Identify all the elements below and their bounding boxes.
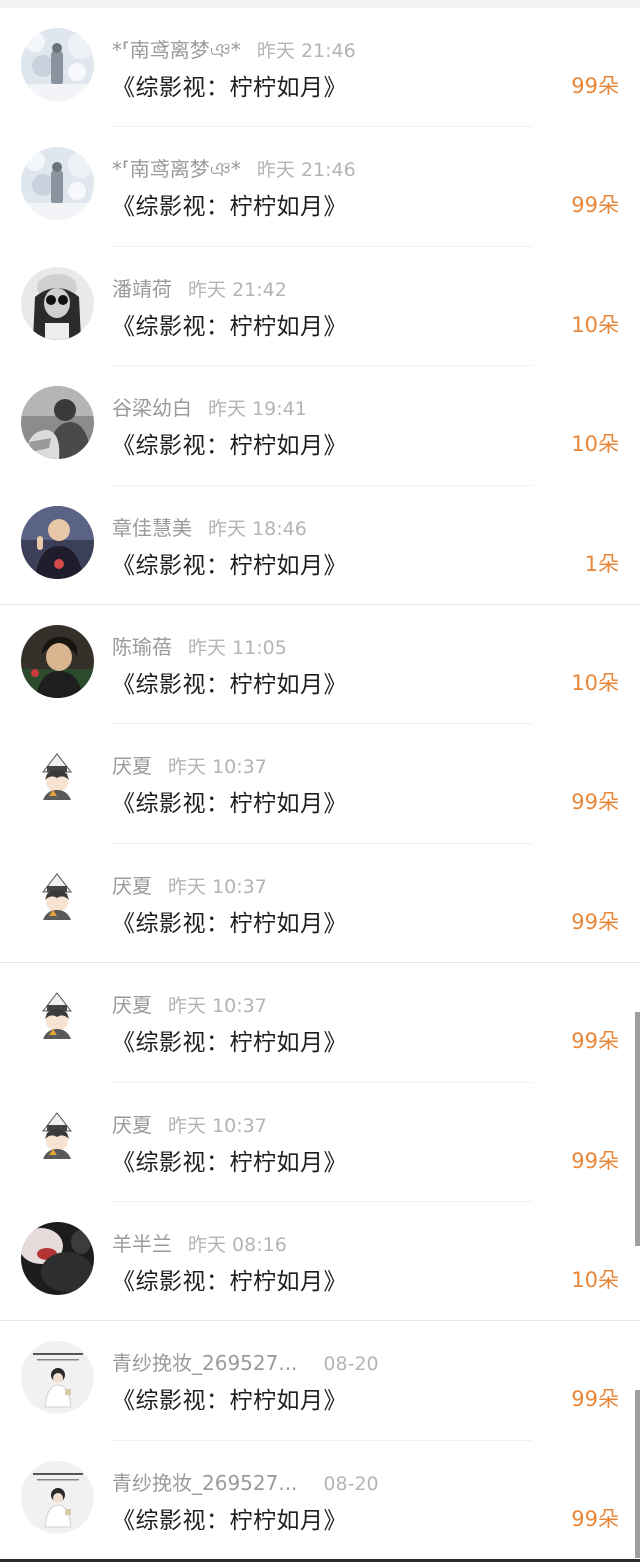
gift-amount: 99朵 — [571, 909, 619, 934]
snow-scene-portrait-avatar-icon[interactable] — [21, 28, 94, 101]
user-name: 厌夏 昨天 10:37 — [112, 1109, 267, 1138]
user-name: 青纱挽妆_269527... 08-20 — [112, 1467, 379, 1496]
gift-amount: 10朵 — [571, 1267, 619, 1292]
list-item[interactable]: 厌夏 昨天 10:37 《综影视：柠柠如月》 99朵 — [0, 844, 640, 964]
boy-portrait-avatar-icon[interactable] — [21, 624, 94, 698]
sunglasses-woman-avatar-icon[interactable] — [21, 266, 94, 340]
gift-amount: 99朵 — [571, 790, 619, 815]
user-name-text: 厌夏 — [112, 873, 152, 898]
gift-amount: 99朵 — [571, 193, 619, 218]
user-name: 厌夏 昨天 10:37 — [112, 870, 267, 899]
user-name: 青纱挽妆_269527... 08-20 — [112, 1347, 379, 1376]
book-title: 《综影视：柠柠如月》 — [112, 791, 347, 818]
gift-amount: 99朵 — [571, 1506, 619, 1531]
user-name: 厌夏 昨天 10:37 — [112, 989, 267, 1018]
cartoon-character-avatar-icon[interactable] — [21, 863, 94, 937]
user-name: 潘靖荷 昨天 21:42 — [112, 273, 287, 302]
child-photo-avatar-icon[interactable] — [21, 505, 94, 579]
list-item[interactable]: 厌夏 昨天 10:37 《综影视：柠柠如月》 99朵 — [0, 963, 640, 1083]
user-name-text: 厌夏 — [112, 754, 152, 779]
user-name: 羊半兰 昨天 08:16 — [112, 1228, 287, 1257]
user-name-text: 厌夏 — [112, 1112, 152, 1137]
gift-amount: 10朵 — [571, 312, 619, 337]
cartoon-character-avatar-icon[interactable] — [21, 744, 94, 818]
timestamp: 昨天 08:16 — [188, 1233, 287, 1256]
list-item[interactable]: *⸢南鸢离梦ঞ* 昨天 21:46 《综影视：柠柠如月》 99朵 — [0, 127, 640, 247]
list-item[interactable]: *⸢南鸢离梦ঞ* 昨天 21:46 《综影视：柠柠如月》 99朵 — [0, 8, 640, 128]
gift-amount: 99朵 — [571, 1387, 619, 1412]
timestamp: 08-20 — [323, 1472, 379, 1495]
dark-photo-avatar-icon[interactable] — [21, 1221, 94, 1295]
snow-scene-portrait-avatar-icon[interactable] — [21, 147, 94, 221]
book-title: 《综影视：柠柠如月》 — [112, 1268, 347, 1295]
cartoon-character-avatar-icon[interactable] — [21, 1102, 94, 1176]
list-item[interactable]: 羊半兰 昨天 08:16 《综影视：柠柠如月》 10朵 — [0, 1202, 640, 1322]
illustrated-girl-avatar-icon[interactable] — [21, 1341, 94, 1415]
user-name-text: 青纱挽妆_269527... — [112, 1470, 298, 1495]
user-name: 厌夏 昨天 10:37 — [112, 750, 267, 779]
timestamp: 昨天 11:05 — [188, 636, 287, 659]
user-name: 章佳慧美 昨天 18:46 — [112, 512, 307, 541]
book-title: 《综影视：柠柠如月》 — [112, 910, 347, 937]
top-edge-bar — [0, 0, 640, 8]
timestamp: 昨天 10:37 — [168, 875, 267, 898]
illustrated-girl-avatar-icon[interactable] — [21, 1460, 94, 1534]
gift-amount: 1朵 — [584, 551, 619, 576]
list-item[interactable]: 潘靖荷 昨天 21:42 《综影视：柠柠如月》 10朵 — [0, 247, 640, 367]
book-title: 《综影视：柠柠如月》 — [112, 75, 347, 101]
list-item[interactable]: 青纱挽妆_269527... 08-20 《综影视：柠柠如月》 99朵 — [0, 1441, 640, 1560]
book-title: 《综影视：柠柠如月》 — [112, 433, 347, 460]
couple-photo-avatar-icon[interactable] — [21, 386, 94, 460]
list-item[interactable]: 青纱挽妆_269527... 08-20 《综影视：柠柠如月》 99朵 — [0, 1321, 640, 1441]
list-item[interactable]: 厌夏 昨天 10:37 《综影视：柠柠如月》 99朵 — [0, 724, 640, 844]
book-title: 《综影视：柠柠如月》 — [112, 313, 347, 340]
cartoon-character-avatar-icon[interactable] — [21, 983, 94, 1057]
book-title: 《综影视：柠柠如月》 — [112, 1030, 347, 1057]
book-title: 《综影视：柠柠如月》 — [112, 1149, 347, 1176]
user-name-text: 章佳慧美 — [112, 515, 192, 540]
gift-amount: 10朵 — [571, 670, 619, 695]
user-name: 谷梁幼白 昨天 19:41 — [112, 392, 307, 421]
list-item[interactable]: 厌夏 昨天 10:37 《综影视：柠柠如月》 99朵 — [0, 1083, 640, 1202]
timestamp: 08-20 — [323, 1353, 379, 1376]
list-item[interactable]: 陈瑜蓓 昨天 11:05 《综影视：柠柠如月》 10朵 — [0, 605, 640, 725]
list-item[interactable]: 谷梁幼白 昨天 19:41 《综影视：柠柠如月》 10朵 — [0, 366, 640, 486]
gift-record-list: *⸢南鸢离梦ঞ* 昨天 21:46 《综影视：柠柠如月》 99朵 *⸢南鸢离梦ঞ*… — [0, 8, 640, 1560]
user-name-text: 青纱挽妆_269527... — [112, 1351, 298, 1376]
scrollbar-lower[interactable] — [635, 1390, 640, 1558]
user-name-text: 谷梁幼白 — [112, 396, 192, 421]
book-title: 《综影视：柠柠如月》 — [112, 671, 347, 698]
user-name: *⸢南鸢离梦ঞ* 昨天 21:46 — [112, 153, 356, 188]
user-name-text: 羊半兰 — [112, 1231, 172, 1256]
user-name-text: *⸢南鸢离梦ঞ* — [112, 38, 241, 62]
gift-amount: 99朵 — [571, 1029, 619, 1054]
user-name-text: 潘靖荷 — [112, 276, 172, 301]
list-item[interactable]: 章佳慧美 昨天 18:46 《综影视：柠柠如月》 1朵 — [0, 486, 640, 605]
user-name-text: *⸢南鸢离梦ঞ* — [112, 157, 241, 182]
book-title: 《综影视：柠柠如月》 — [112, 194, 347, 221]
gift-amount: 99朵 — [571, 1148, 619, 1173]
timestamp: 昨天 19:41 — [208, 398, 307, 421]
user-name: 陈瑜蓓 昨天 11:05 — [112, 631, 287, 660]
gift-amount: 10朵 — [571, 432, 619, 457]
user-name-text: 厌夏 — [112, 993, 152, 1018]
book-title: 《综影视：柠柠如月》 — [112, 1507, 347, 1534]
user-name: *⸢南鸢离梦ঞ* 昨天 21:46 — [112, 34, 356, 69]
book-title: 《综影视：柠柠如月》 — [112, 552, 347, 579]
timestamp: 昨天 10:37 — [168, 756, 267, 779]
gift-amount: 99朵 — [571, 74, 619, 98]
timestamp: 昨天 21:42 — [188, 278, 287, 301]
scrollbar[interactable] — [635, 1012, 640, 1246]
timestamp: 昨天 10:37 — [168, 995, 267, 1018]
user-name-text: 陈瑜蓓 — [112, 634, 172, 659]
book-title: 《综影视：柠柠如月》 — [112, 1388, 347, 1415]
timestamp: 昨天 21:46 — [256, 40, 356, 62]
timestamp: 昨天 18:46 — [208, 517, 307, 540]
timestamp: 昨天 21:46 — [256, 159, 356, 182]
timestamp: 昨天 10:37 — [168, 1114, 267, 1137]
